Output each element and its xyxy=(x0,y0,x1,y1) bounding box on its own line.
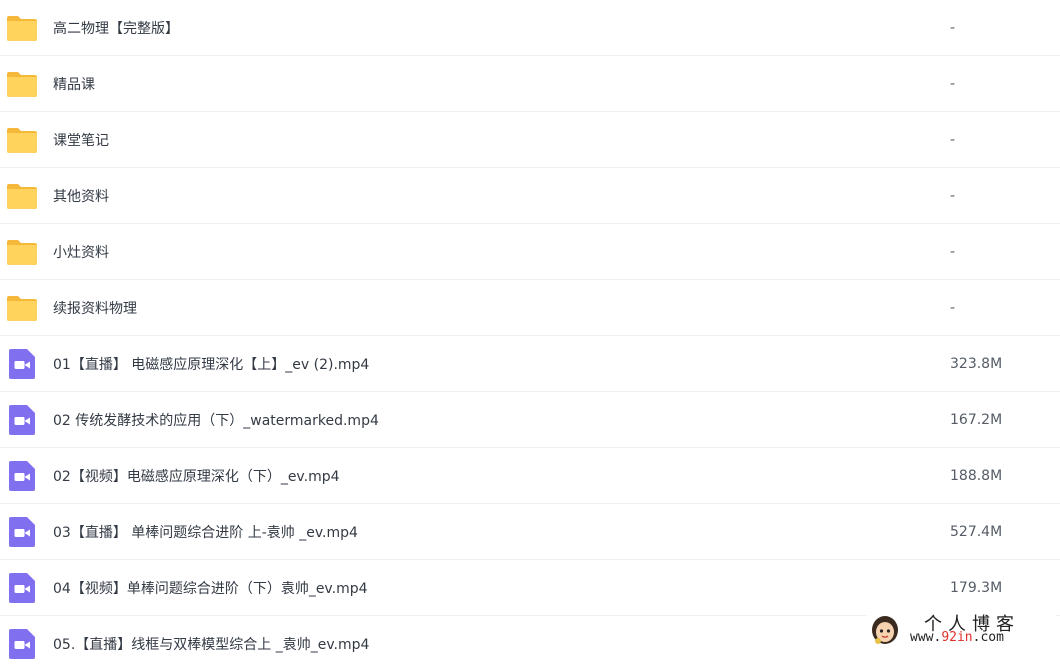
file-row[interactable]: 高二物理【完整版】 - xyxy=(0,0,1060,56)
file-row[interactable]: 课堂笔记 - xyxy=(0,112,1060,168)
video-file-icon xyxy=(9,629,35,659)
file-size: - xyxy=(950,187,956,204)
file-name[interactable]: 01【直播】 电磁感应原理深化【上】_ev (2).mp4 xyxy=(53,354,369,374)
video-file-icon xyxy=(9,516,35,547)
video-file-icon xyxy=(9,348,35,379)
file-size: 188.8M xyxy=(950,467,1003,484)
watermark-url-suffix: .com xyxy=(972,630,1004,645)
folder-icon xyxy=(7,71,37,97)
file-name[interactable]: 其他资料 xyxy=(53,186,109,206)
folder-icon xyxy=(7,183,37,209)
file-size: 323.8M xyxy=(950,355,1003,372)
folder-icon xyxy=(7,239,37,265)
file-name[interactable]: 02 传统发酵技术的应用（下）_watermarked.mp4 xyxy=(53,410,379,430)
file-name[interactable]: 精品课 xyxy=(53,74,95,94)
file-size: - xyxy=(950,75,956,92)
file-name[interactable]: 04【视频】单棒问题综合进阶（下）袁帅_ev.mp4 xyxy=(53,578,368,598)
watermark-url-accent: 92in xyxy=(941,630,973,645)
file-list: 高二物理【完整版】 - 精品课 - 课堂笔记 - 其他资料 - 小灶资料 - 续… xyxy=(0,0,1060,672)
file-row[interactable]: 其他资料 - xyxy=(0,168,1060,224)
file-row[interactable]: 03【直播】 单棒问题综合进阶 上-袁帅 _ev.mp4 527.4M xyxy=(0,504,1060,560)
file-size: 179.3M xyxy=(950,579,1003,596)
file-name[interactable]: 小灶资料 xyxy=(53,242,109,262)
file-size: - xyxy=(950,299,956,316)
file-row[interactable]: 02 传统发酵技术的应用（下）_watermarked.mp4 167.2M xyxy=(0,392,1060,448)
file-row[interactable]: 01【直播】 电磁感应原理深化【上】_ev (2).mp4 323.8M xyxy=(0,336,1060,392)
blog-watermark: 个人博客 www.92in.com xyxy=(866,610,1056,650)
file-name[interactable]: 续报资料物理 xyxy=(53,298,137,318)
file-size: - xyxy=(950,243,956,260)
video-file-icon xyxy=(9,572,35,603)
file-row[interactable]: 续报资料物理 - xyxy=(0,280,1060,336)
file-row[interactable]: 04【视频】单棒问题综合进阶（下）袁帅_ev.mp4 179.3M xyxy=(0,560,1060,616)
video-file-icon xyxy=(9,460,35,491)
file-size: 527.4M xyxy=(950,523,1003,540)
file-name[interactable]: 02【视频】电磁感应原理深化（下）_ev.mp4 xyxy=(53,466,340,486)
file-size: - xyxy=(950,131,956,148)
file-size: 167.2M xyxy=(950,411,1003,428)
folder-icon xyxy=(7,295,37,321)
watermark-url-prefix: www. xyxy=(910,630,942,645)
watermark-url: www.92in.com xyxy=(910,630,1004,645)
file-row[interactable]: 02【视频】电磁感应原理深化（下）_ev.mp4 188.8M xyxy=(0,448,1060,504)
file-name[interactable]: 课堂笔记 xyxy=(53,130,109,150)
file-size: - xyxy=(950,19,956,36)
file-row[interactable]: 精品课 - xyxy=(0,56,1060,112)
folder-icon xyxy=(7,15,37,41)
file-row[interactable]: 小灶资料 - xyxy=(0,224,1060,280)
cartoon-avatar-icon xyxy=(872,616,898,644)
video-file-icon xyxy=(9,404,35,435)
file-name[interactable]: 高二物理【完整版】 xyxy=(53,18,179,38)
file-name[interactable]: 03【直播】 单棒问题综合进阶 上-袁帅 _ev.mp4 xyxy=(53,522,358,542)
folder-icon xyxy=(7,127,37,153)
file-name[interactable]: 05.【直播】线框与双棒模型综合上 _袁帅_ev.mp4 xyxy=(53,634,369,654)
